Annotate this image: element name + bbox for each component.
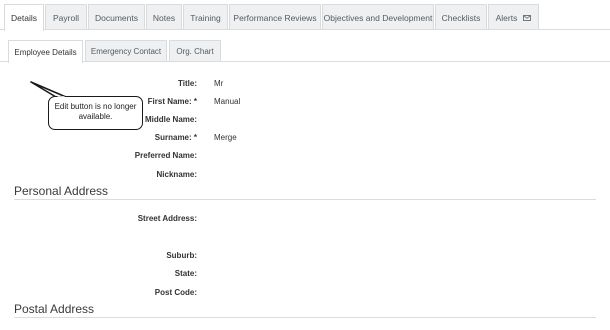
- surname-label: Surname: *: [154, 133, 197, 142]
- subtab-label: Emergency Contact: [90, 47, 162, 56]
- tab-label: Notes: [152, 12, 176, 23]
- state-label: State:: [174, 269, 197, 278]
- title-value: Mr: [214, 79, 224, 88]
- middle-name-label: Middle Name:: [144, 115, 197, 124]
- postal-address-divider: [14, 317, 596, 318]
- callout-text: Edit button is no longer available.: [54, 102, 137, 121]
- tab-training[interactable]: Training: [183, 4, 228, 30]
- callout-note: Edit button is no longer available.: [48, 96, 143, 130]
- sub-tab-bar: Employee Details Emergency Contact Org. …: [0, 40, 610, 63]
- first-name-label: First Name: *: [147, 97, 197, 106]
- tab-notes[interactable]: Notes: [146, 4, 182, 30]
- subtab-employee-details[interactable]: Employee Details: [8, 40, 83, 63]
- main-tab-bar: Details Payroll Documents Notes Training…: [0, 0, 610, 31]
- tab-details[interactable]: Details: [4, 4, 44, 31]
- main-tab-divider: [0, 29, 610, 30]
- tab-label: Details: [11, 13, 37, 23]
- tab-objectives-and-development[interactable]: Objectives and Development: [322, 4, 434, 30]
- tab-performance-reviews[interactable]: Performance Reviews: [229, 4, 321, 30]
- tab-documents[interactable]: Documents: [88, 4, 145, 30]
- subtab-emergency-contact[interactable]: Emergency Contact: [85, 40, 167, 62]
- tab-label: Documents: [95, 12, 138, 23]
- tab-label: Checklists: [441, 12, 481, 23]
- mail-icon: [523, 14, 532, 21]
- subtab-org-chart[interactable]: Org. Chart: [169, 40, 221, 62]
- suburb-label: Suburb:: [166, 251, 197, 260]
- sub-tab-divider: [0, 61, 610, 62]
- title-label: Title:: [178, 79, 197, 88]
- street-address-label: Street Address:: [137, 214, 197, 223]
- personal-address-heading: Personal Address: [14, 184, 109, 198]
- nickname-label: Nickname:: [156, 170, 197, 179]
- post-code-label: Post Code:: [154, 288, 197, 297]
- tab-payroll[interactable]: Payroll: [45, 4, 87, 30]
- first-name-value: Manual: [214, 97, 241, 106]
- tab-label: Training: [190, 12, 221, 23]
- tab-checklists[interactable]: Checklists: [435, 4, 487, 30]
- tab-label: Objectives and Development: [323, 12, 433, 23]
- tab-alerts[interactable]: Alerts: [488, 4, 539, 30]
- preferred-name-label: Preferred Name:: [134, 151, 197, 160]
- subtab-label: Org. Chart: [176, 47, 214, 56]
- personal-address-divider: [14, 199, 596, 200]
- tab-label: Alerts: [495, 12, 518, 23]
- postal-address-heading: Postal Address: [14, 302, 95, 316]
- subtab-label: Employee Details: [14, 47, 77, 57]
- tab-label: Performance Reviews: [233, 12, 317, 23]
- surname-value: Merge: [214, 133, 237, 142]
- tab-label: Payroll: [53, 12, 79, 23]
